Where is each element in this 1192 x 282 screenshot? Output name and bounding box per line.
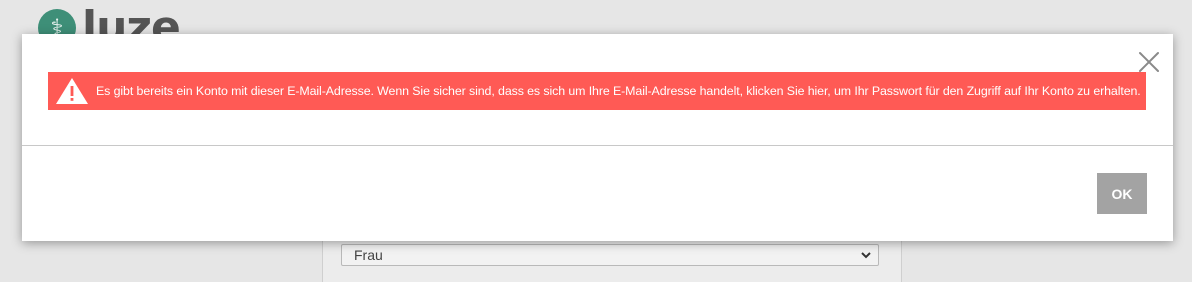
- alert-message[interactable]: Es gibt bereits ein Konto mit dieser E-M…: [96, 84, 1141, 98]
- modal-divider: [22, 145, 1173, 146]
- salutation-select-value: Frau: [354, 247, 383, 263]
- error-alert: Es gibt bereits ein Konto mit dieser E-M…: [48, 72, 1146, 110]
- close-icon[interactable]: [1137, 50, 1161, 74]
- warning-icon: [54, 76, 90, 106]
- modal-header: Es gibt bereits ein Konto mit dieser E-M…: [22, 34, 1173, 145]
- ok-button[interactable]: OK: [1097, 173, 1147, 214]
- error-modal: Es gibt bereits ein Konto mit dieser E-M…: [22, 34, 1173, 241]
- salutation-select[interactable]: Frau: [341, 244, 879, 266]
- chevron-down-icon: [860, 245, 872, 271]
